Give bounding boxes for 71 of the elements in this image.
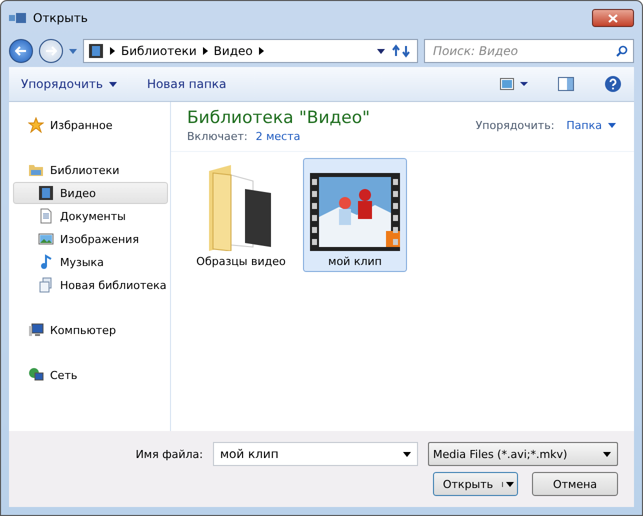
cancel-button[interactable]: Отмена <box>532 472 618 496</box>
arrow-icon <box>45 46 57 56</box>
sidebar-item[interactable]: Избранное <box>13 114 168 136</box>
breadcrumb[interactable]: Библиотеки <box>121 44 197 58</box>
film-icon <box>38 185 54 201</box>
arrow-icon <box>15 46 27 56</box>
new-folder-button[interactable]: Новая папка <box>146 77 226 91</box>
chevron-icon <box>202 47 208 55</box>
library-title: Библиотека "Видео" <box>187 108 371 128</box>
sidebar-label: Документы <box>60 210 126 222</box>
caret-icon <box>603 452 611 456</box>
chevron-icon <box>110 47 115 55</box>
back-button[interactable] <box>9 39 33 63</box>
app-icon <box>9 12 27 24</box>
search-field[interactable]: Поиск: Видео <box>424 39 634 63</box>
star-icon <box>28 117 44 133</box>
sidebar-item[interactable]: Документы <box>13 205 168 227</box>
document-icon <box>38 208 54 224</box>
breadcrumb[interactable]: Видео <box>214 44 253 58</box>
caret-icon <box>403 452 411 456</box>
split-caret-icon <box>506 482 514 486</box>
address-bar[interactable]: Библиотеки Видео <box>83 39 418 63</box>
computer-icon <box>28 322 44 338</box>
close-button[interactable] <box>592 9 634 27</box>
caret-icon <box>608 123 616 128</box>
sidebar-item[interactable]: Библиотеки <box>13 159 168 181</box>
sidebar-label: Компьютер <box>50 324 116 336</box>
includes-label: Включает: <box>187 130 248 143</box>
locations-link[interactable]: 2 места <box>256 130 300 143</box>
filename-label: Имя файла: <box>136 448 203 460</box>
caret-icon <box>377 48 385 54</box>
filename-field[interactable]: мой клип <box>213 442 418 466</box>
sidebar-item[interactable]: Новая библиотека <box>13 274 168 296</box>
file-name: Образцы видео <box>196 255 286 268</box>
file-name: мой клип <box>328 255 382 268</box>
music-note-icon <box>38 254 54 270</box>
sidebar-item[interactable]: Музыка <box>13 251 168 273</box>
folder-icon <box>28 162 44 178</box>
sidebar-item[interactable]: Компьютер <box>13 319 168 341</box>
open-button[interactable]: Открыть <box>433 472 518 496</box>
history-caret-icon <box>69 48 77 54</box>
image-icon <box>38 231 54 247</box>
forward-button[interactable] <box>39 39 63 63</box>
organize-button[interactable]: Упорядочить <box>21 77 117 91</box>
file-type-dropdown[interactable]: Media Files (*.avi;*.mkv) <box>428 442 618 466</box>
arrange-label: Упорядочить: <box>476 119 554 132</box>
close-icon <box>608 14 618 22</box>
filename-value: мой клип <box>220 447 279 461</box>
sidebar-item[interactable]: Изображения <box>13 228 168 250</box>
search-icon <box>616 45 628 57</box>
sidebar-label: Изображения <box>60 232 139 246</box>
sidebar-label: Видео <box>60 186 96 200</box>
caret-icon <box>108 82 117 86</box>
network-icon <box>28 367 44 383</box>
help-icon[interactable] <box>604 75 622 93</box>
library-icon <box>38 277 54 293</box>
sidebar-label: Избранное <box>50 118 112 132</box>
sidebar-label: Сеть <box>50 368 78 382</box>
sidebar-item[interactable]: Видео <box>13 182 168 204</box>
file-tile[interactable]: Образцы видео <box>189 158 293 272</box>
film-icon <box>88 43 104 59</box>
arrange-dropdown[interactable]: Папка <box>566 119 616 132</box>
sidebar-label: Библиотеки <box>50 164 120 176</box>
window-title: Открыть <box>33 11 89 25</box>
preview-pane-icon[interactable] <box>558 77 574 91</box>
file-tile[interactable]: мой клип <box>303 158 407 272</box>
sidebar-label: Музыка <box>60 256 104 268</box>
sidebar-label: Новая библиотека <box>60 278 167 292</box>
view-icon[interactable] <box>500 78 528 90</box>
chevron-icon <box>258 47 264 55</box>
sidebar-item[interactable]: Сеть <box>13 364 168 386</box>
